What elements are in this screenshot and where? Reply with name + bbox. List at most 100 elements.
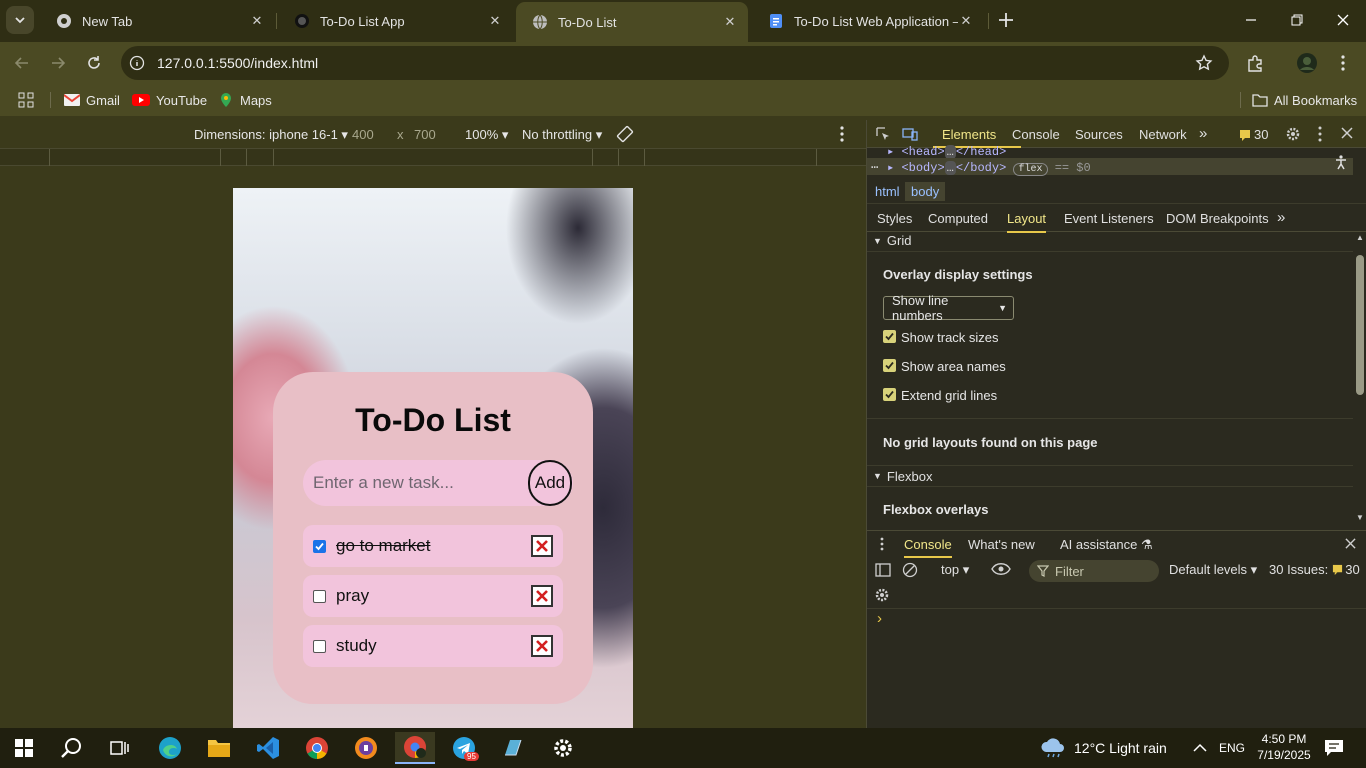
clear-console-button[interactable] bbox=[902, 562, 918, 578]
app-taskbar-icon[interactable] bbox=[493, 732, 533, 764]
task-checkbox[interactable] bbox=[313, 589, 326, 603]
tab-network[interactable]: Network bbox=[1139, 127, 1187, 142]
console-prompt[interactable]: › bbox=[877, 610, 882, 627]
flex-badge[interactable]: flex bbox=[1013, 163, 1048, 176]
drawer-tab-ai[interactable]: AI assistance ⚗ bbox=[1060, 537, 1153, 553]
tab-todo-doc[interactable]: To-Do List Web Application – Ta ✕ bbox=[752, 0, 984, 42]
more-tabs-icon[interactable]: » bbox=[1199, 125, 1207, 142]
menu-button[interactable] bbox=[1330, 51, 1356, 75]
rotate-button[interactable] bbox=[616, 125, 634, 143]
close-drawer-button[interactable] bbox=[1345, 538, 1356, 549]
bookmark-youtube[interactable]: YouTube bbox=[132, 84, 207, 116]
tab-new-tab[interactable]: New Tab ✕ bbox=[40, 0, 275, 42]
checkbox-area-names[interactable] bbox=[883, 359, 896, 372]
add-button[interactable]: Add bbox=[528, 460, 572, 506]
context-select[interactable]: top ▾ bbox=[941, 562, 969, 578]
tab-todo-list[interactable]: To-Do List ✕ bbox=[516, 2, 748, 42]
console-settings-button[interactable] bbox=[874, 587, 890, 603]
profile-avatar[interactable] bbox=[1294, 51, 1320, 75]
weather-widget[interactable]: 12°C Light rain bbox=[1040, 728, 1167, 768]
action-center-button[interactable] bbox=[1324, 728, 1344, 768]
devtools-menu-button[interactable] bbox=[1318, 126, 1322, 142]
drawer-menu-button[interactable] bbox=[880, 537, 884, 551]
device-dimensions-select[interactable]: Dimensions: iphone 16-1 ▾ bbox=[194, 127, 348, 143]
close-icon[interactable]: ✕ bbox=[958, 13, 974, 29]
breadcrumb-body[interactable]: body bbox=[905, 182, 946, 201]
bookmark-maps[interactable]: Maps bbox=[218, 84, 272, 116]
device-height-input[interactable]: 700 bbox=[414, 127, 436, 142]
tab-event-listeners[interactable]: Event Listeners bbox=[1064, 211, 1154, 226]
info-icon[interactable] bbox=[129, 55, 145, 71]
close-icon[interactable]: ✕ bbox=[487, 13, 503, 29]
start-button[interactable] bbox=[4, 732, 44, 764]
line-numbers-select[interactable]: Show line numbers ▼ bbox=[883, 293, 1014, 323]
more-subtabs-icon[interactable]: » bbox=[1277, 209, 1285, 226]
address-bar[interactable]: 127.0.0.1:5500/index.html bbox=[121, 46, 1229, 80]
throttling-select[interactable]: No throttling ▾ bbox=[522, 127, 602, 143]
settings-taskbar-icon[interactable] bbox=[543, 732, 583, 764]
checkbox-extend-lines[interactable] bbox=[883, 388, 896, 401]
drawer-tab-whatsnew[interactable]: What's new bbox=[968, 537, 1035, 552]
tab-styles[interactable]: Styles bbox=[877, 211, 912, 226]
dom-node-body[interactable]: ▸ <body>… </body> flex == $0 bbox=[887, 160, 1091, 176]
chrome-profile-taskbar-icon[interactable] bbox=[395, 732, 435, 764]
dom-node-head[interactable]: ▸ <head>… </head> bbox=[887, 144, 1006, 159]
new-tab-button[interactable] bbox=[996, 10, 1016, 30]
settings-button[interactable] bbox=[1285, 126, 1301, 142]
checkbox-track-sizes[interactable] bbox=[883, 330, 896, 343]
delete-button[interactable] bbox=[531, 585, 553, 607]
console-issues-button[interactable]: 30 Issues: 30 bbox=[1269, 562, 1360, 577]
task-view-button[interactable] bbox=[100, 732, 140, 764]
scroll-thumb[interactable] bbox=[1356, 255, 1364, 395]
extensions-button[interactable] bbox=[1242, 51, 1268, 75]
back-button[interactable] bbox=[9, 51, 35, 75]
device-toolbar-menu[interactable] bbox=[840, 126, 844, 142]
flexbox-section-header[interactable]: ▼ Flexbox bbox=[867, 465, 1353, 487]
language-indicator[interactable]: ENG bbox=[1219, 728, 1245, 768]
file-explorer-taskbar-icon[interactable] bbox=[199, 732, 239, 764]
inspect-element-button[interactable] bbox=[875, 126, 891, 142]
layout-scrollbar[interactable]: ▲ ▼ bbox=[1355, 233, 1365, 525]
close-window-button[interactable] bbox=[1320, 0, 1366, 40]
close-icon[interactable]: ✕ bbox=[249, 13, 265, 29]
telegram-taskbar-icon[interactable]: 95 bbox=[444, 732, 484, 764]
tab-search-dropdown[interactable] bbox=[6, 6, 34, 34]
chrome-taskbar-icon[interactable] bbox=[297, 732, 337, 764]
task-checkbox[interactable] bbox=[313, 639, 326, 653]
reload-button[interactable] bbox=[81, 51, 107, 75]
zoom-select[interactable]: 100% ▾ bbox=[465, 127, 508, 143]
tab-computed[interactable]: Computed bbox=[928, 211, 988, 226]
live-expression-button[interactable] bbox=[991, 562, 1011, 576]
close-devtools-button[interactable] bbox=[1341, 127, 1353, 139]
media-query-ruler[interactable] bbox=[0, 148, 866, 166]
tab-elements[interactable]: Elements bbox=[942, 127, 996, 142]
tab-todo-app[interactable]: To-Do List App ✕ bbox=[278, 0, 513, 42]
delete-button[interactable] bbox=[531, 635, 553, 657]
vpn-taskbar-icon[interactable] bbox=[346, 732, 386, 764]
accessibility-button[interactable] bbox=[1333, 154, 1349, 170]
console-filter-input[interactable]: Filter bbox=[1029, 560, 1159, 582]
scroll-up-icon[interactable]: ▲ bbox=[1356, 233, 1364, 242]
forward-button[interactable] bbox=[45, 51, 71, 75]
minimize-button[interactable] bbox=[1228, 0, 1274, 40]
search-button[interactable] bbox=[52, 732, 92, 764]
vscode-taskbar-icon[interactable] bbox=[248, 732, 288, 764]
tray-overflow-button[interactable] bbox=[1193, 728, 1207, 768]
device-toggle-button[interactable] bbox=[902, 126, 918, 142]
restore-button[interactable] bbox=[1274, 0, 1320, 40]
edge-taskbar-icon[interactable] bbox=[150, 732, 190, 764]
log-levels-select[interactable]: Default levels ▾ bbox=[1169, 562, 1257, 578]
delete-button[interactable] bbox=[531, 535, 553, 557]
bookmark-gmail[interactable]: Gmail bbox=[64, 84, 120, 116]
star-icon[interactable] bbox=[1195, 54, 1213, 72]
scroll-down-icon[interactable]: ▼ bbox=[1356, 513, 1364, 522]
breadcrumb-html[interactable]: html bbox=[875, 184, 900, 199]
tab-sources[interactable]: Sources bbox=[1075, 127, 1123, 142]
issues-counter[interactable]: 30 bbox=[1239, 127, 1268, 142]
dom-row-menu[interactable]: ⋯ bbox=[871, 160, 878, 175]
apps-button[interactable] bbox=[18, 84, 40, 116]
task-checkbox[interactable] bbox=[313, 539, 326, 553]
all-bookmarks[interactable]: All Bookmarks bbox=[1252, 84, 1357, 116]
clock[interactable]: 4:50 PM 7/19/2025 bbox=[1255, 731, 1313, 763]
close-icon[interactable]: ✕ bbox=[722, 14, 738, 30]
